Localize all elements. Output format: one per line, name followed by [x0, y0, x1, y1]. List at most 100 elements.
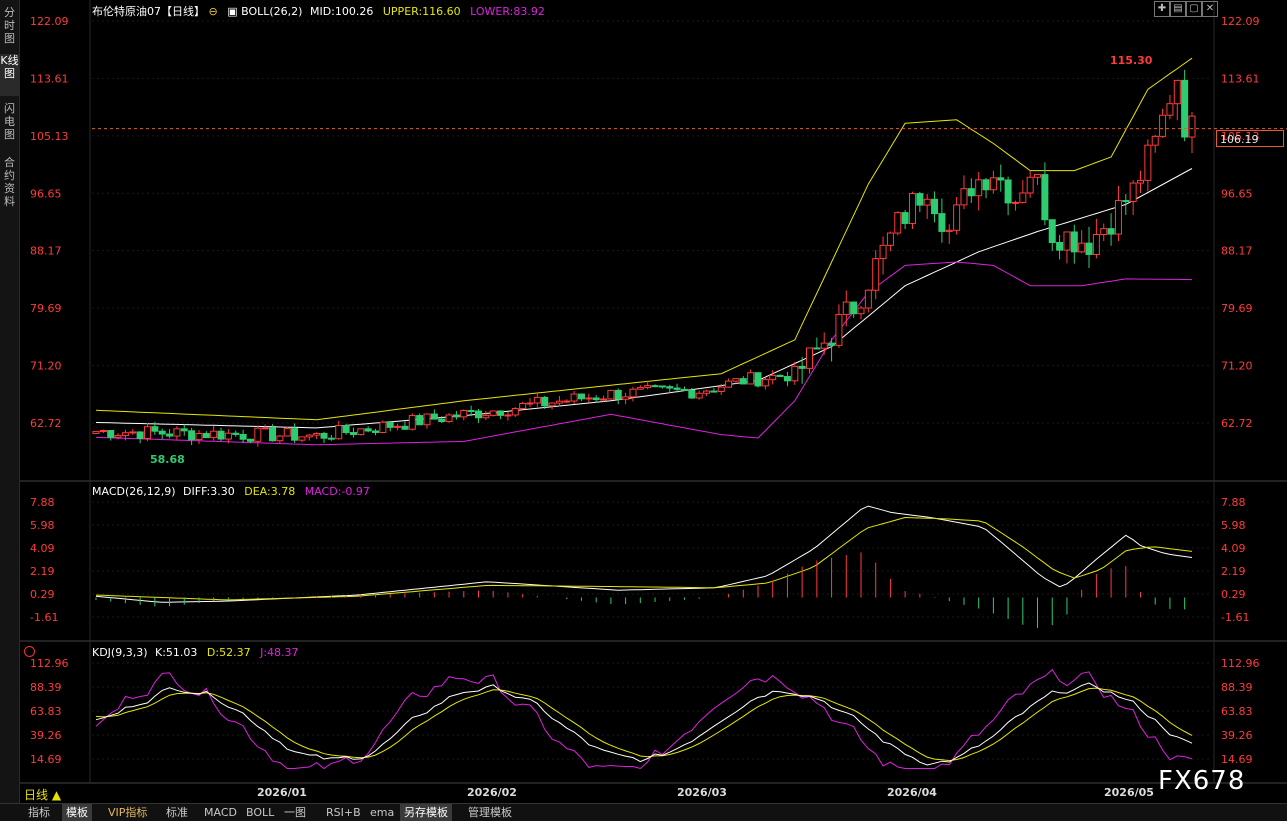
candle-body: [864, 289, 872, 309]
price-tick-left: 62.72: [30, 417, 62, 430]
candle-body: [107, 430, 115, 438]
btab-boll[interactable]: BOLL: [242, 804, 278, 821]
candle-body: [327, 437, 335, 440]
candle-body: [1092, 233, 1100, 255]
candle-body: [717, 386, 725, 392]
candle-body: [386, 421, 394, 428]
candle-body: [504, 414, 512, 417]
candle-body: [953, 204, 961, 231]
crosshair-icon[interactable]: ✚: [1154, 1, 1170, 17]
candle-body: [372, 430, 380, 433]
period-selector[interactable]: 日线 ▲: [24, 786, 61, 803]
kdj-tick-right: 39.26: [1221, 729, 1253, 742]
candle-body: [585, 397, 593, 400]
candle-body: [261, 427, 269, 430]
candle-body: [791, 365, 799, 382]
candle-body: [835, 313, 843, 346]
candle-body: [276, 435, 284, 442]
btab-vip-indicators[interactable]: VIP指标: [104, 804, 151, 821]
price-tick-left: 88.17: [30, 245, 62, 258]
x-axis-label: 2026/02: [467, 786, 517, 799]
settings-icon[interactable]: ⊖: [209, 5, 218, 18]
candle-body: [210, 430, 218, 439]
candle-body: [967, 188, 975, 197]
watermark-logo: FX678: [1158, 766, 1246, 796]
candle-body: [850, 301, 858, 315]
candle-body: [828, 342, 836, 346]
tab-kline-chart[interactable]: K线图: [0, 54, 19, 96]
kdj-tick-right: 112.96: [1221, 657, 1260, 670]
btab-one-chart[interactable]: 一图: [280, 804, 310, 821]
candle-body: [1100, 228, 1108, 235]
macd-legend: MACD(26,12,9) DIFF:3.30 DEA:3.78 MACD:-0…: [92, 485, 370, 498]
candle-body: [121, 432, 129, 437]
candle-body: [1122, 200, 1130, 203]
candle-body: [644, 385, 652, 389]
candlesticks: [92, 69, 1287, 447]
tab-contract-info[interactable]: 合约资料: [0, 156, 19, 212]
macd-tick-right: 7.88: [1221, 496, 1246, 509]
candle-body: [298, 436, 306, 441]
layout-icon[interactable]: ▤: [1170, 1, 1186, 17]
macd-name: MACD(26,12,9): [92, 485, 176, 498]
restore-icon[interactable]: ▢: [1186, 1, 1202, 17]
macd-tick-right: 0.29: [1221, 588, 1246, 601]
candle-body: [511, 408, 519, 416]
candle-body: [806, 347, 814, 369]
macd-tick-right: 2.19: [1221, 565, 1246, 578]
candle-body: [1063, 231, 1071, 251]
btab-ema[interactable]: ema: [366, 804, 398, 821]
candle-body: [695, 392, 703, 399]
candle-body: [526, 402, 534, 405]
btab-manage-templates[interactable]: 管理模板: [464, 804, 516, 821]
candle-body: [246, 438, 254, 442]
candle-body: [401, 425, 409, 430]
kdj-tick-left: 112.96: [30, 657, 69, 670]
candle-body: [335, 425, 343, 440]
kdj-k: K:51.03: [155, 646, 198, 659]
candle-body: [1070, 231, 1078, 253]
btab-standard[interactable]: 标准: [162, 804, 192, 821]
kdj-tick-left: 14.69: [30, 753, 62, 766]
candle-body: [1041, 174, 1049, 221]
candle-body: [703, 390, 711, 394]
macd-diff-line: [95, 505, 1193, 603]
kdj-legend: KDJ(9,3,3) K:51.03 D:52.37 J:48.37: [92, 646, 299, 659]
candle-body: [460, 409, 468, 418]
candle-body: [651, 385, 659, 388]
candle-body: [1026, 176, 1034, 194]
candle-body: [269, 427, 277, 442]
candle-body: [894, 212, 902, 234]
macd-tick-left: 7.88: [30, 496, 55, 509]
kdj-tick-right: 14.69: [1221, 753, 1253, 766]
candle-body: [820, 342, 828, 349]
candle-body: [563, 400, 571, 403]
candle-body: [776, 374, 784, 378]
candle-body: [305, 434, 313, 438]
candle-body: [916, 193, 924, 206]
price-tick-right: 79.69: [1221, 302, 1253, 315]
tab-flash-chart[interactable]: 闪电图: [0, 102, 19, 144]
candle-body: [622, 396, 630, 400]
macd-tick-left: -1.61: [30, 611, 58, 624]
tab-time-chart[interactable]: 分时图: [0, 6, 19, 48]
x-axis-label: 2026/03: [677, 786, 727, 799]
grid-lines: [20, 0, 1287, 784]
candle-body: [195, 432, 203, 441]
kdj-d-line: [95, 687, 1193, 762]
btab-indicators[interactable]: 指标: [24, 804, 54, 821]
btab-rsi-b[interactable]: RSI+B: [322, 804, 365, 821]
candle-body: [541, 396, 549, 407]
bottom-toolbar: 指标 模板 VIP指标 标准 MACD BOLL 一图 RSI+B ema 另存…: [0, 803, 1287, 821]
price-tick-left: 96.65: [30, 187, 62, 200]
btab-templates[interactable]: 模板: [62, 804, 92, 821]
candle-body: [342, 425, 350, 433]
close-icon[interactable]: ✕: [1202, 1, 1218, 17]
price-tick-right: 122.09: [1221, 15, 1260, 28]
btab-save-template[interactable]: 另存模板: [400, 804, 452, 821]
bollinger-bands: [95, 57, 1193, 446]
chart-canvas[interactable]: 122.09 122.09113.61 113.61105.13 105.1396.6…: [20, 0, 1287, 803]
indicator-icon[interactable]: ▣: [227, 5, 237, 18]
candle-body: [232, 432, 240, 435]
btab-macd[interactable]: MACD: [200, 804, 241, 821]
